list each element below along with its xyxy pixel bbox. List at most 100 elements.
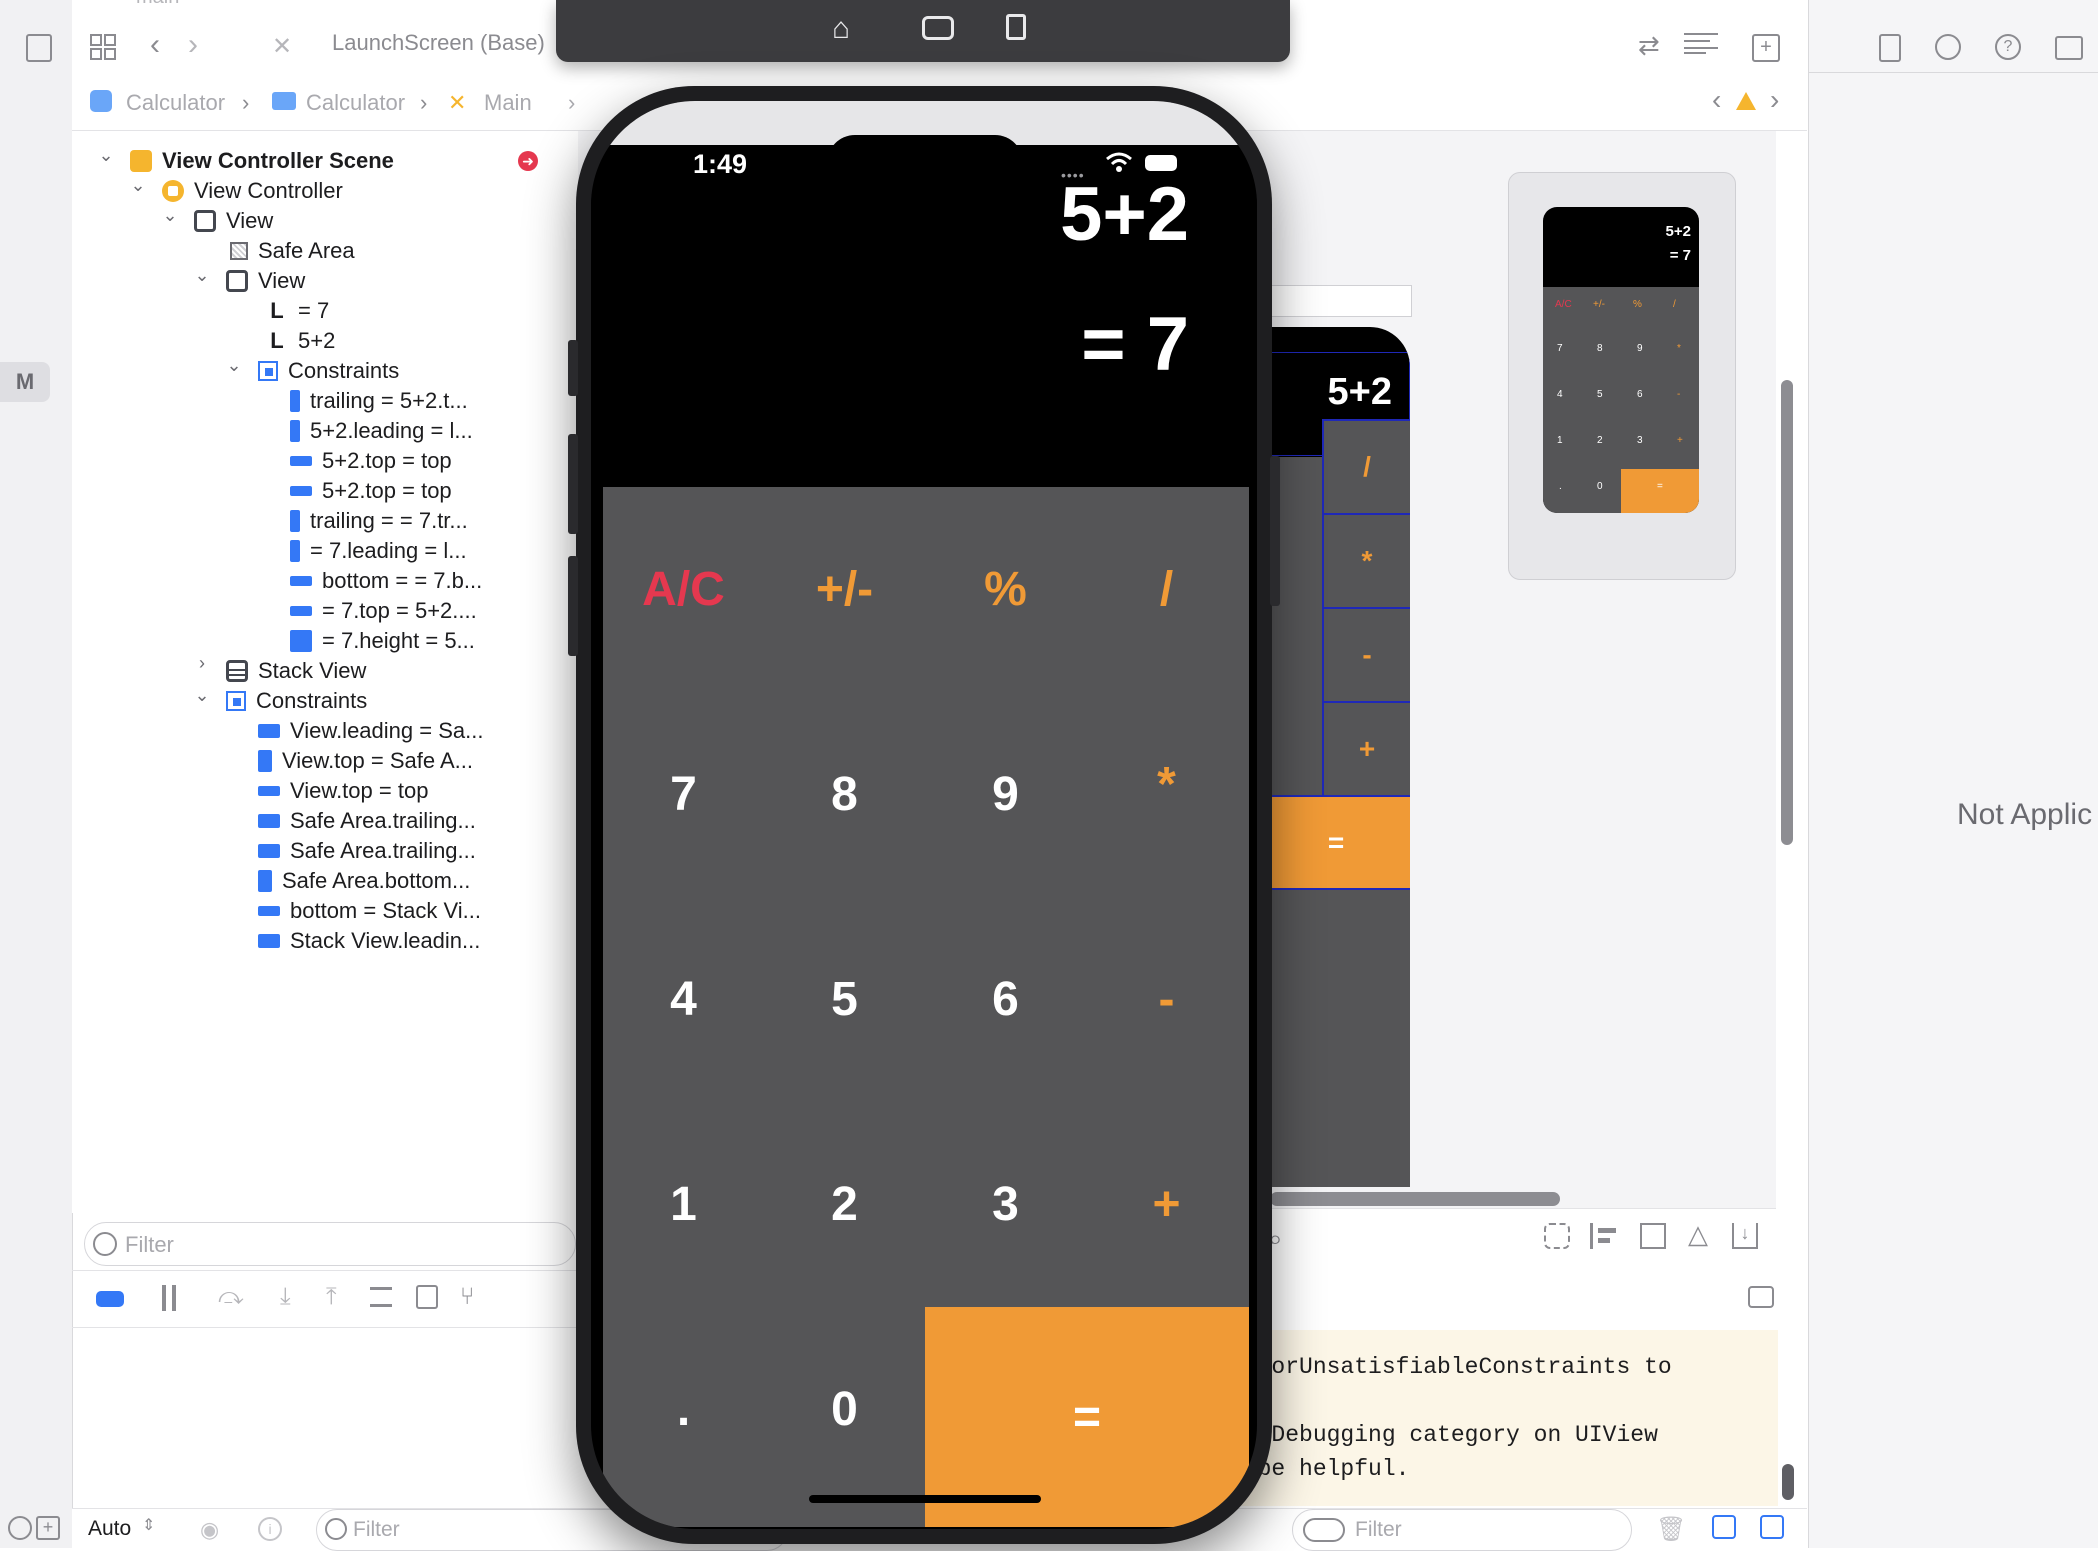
trash-icon[interactable]: 🗑 xyxy=(1656,1515,1686,1544)
swap-icon[interactable]: ⇄ xyxy=(1638,30,1660,61)
key-0[interactable]: 0 xyxy=(764,1307,925,1512)
key-sign[interactable]: +/- xyxy=(764,487,925,692)
simulator-screen[interactable]: 1:49 •••• 5+2 = 7 A/C +/- % / 7 8 9 * 4 … xyxy=(591,101,1257,1529)
previous-issue-icon[interactable]: ‹ xyxy=(1712,84,1721,116)
eye-icon[interactable]: ◉ xyxy=(200,1517,219,1543)
action-button[interactable] xyxy=(568,340,578,396)
storyboard-key-equals[interactable]: = xyxy=(1260,795,1410,890)
embed-in-icon[interactable]: ↓ xyxy=(1732,1223,1758,1249)
screenshot-icon[interactable] xyxy=(922,16,954,40)
view-hierarchy-icon[interactable] xyxy=(370,1287,392,1307)
chevron-down-icon[interactable]: ⌄ xyxy=(224,355,244,376)
variables-scheme-select[interactable]: Auto xyxy=(88,1517,131,1541)
volume-up-button[interactable] xyxy=(568,434,578,534)
breadcrumb-main[interactable]: Main xyxy=(484,90,532,116)
scene-icon xyxy=(130,150,152,172)
pause-icon[interactable] xyxy=(162,1285,166,1311)
dynamic-island xyxy=(827,135,1023,191)
info-icon[interactable]: i xyxy=(258,1517,282,1541)
help-icon[interactable]: ? xyxy=(1995,34,2021,60)
storyboard-expr-label[interactable]: 5+2 xyxy=(1328,371,1392,414)
outline-filter-placeholder: Filter xyxy=(125,1232,174,1257)
key-add[interactable]: + xyxy=(1086,1102,1247,1307)
chevron-right-icon[interactable]: › xyxy=(192,653,212,674)
add-icon[interactable]: + xyxy=(36,1516,60,1540)
filter-menu-icon[interactable] xyxy=(1303,1518,1345,1542)
history-icon[interactable] xyxy=(1935,34,1961,60)
view-icon xyxy=(226,270,248,292)
next-issue-icon[interactable]: › xyxy=(1770,84,1779,116)
memory-graph-icon[interactable] xyxy=(416,1285,438,1309)
folder-icon xyxy=(272,92,296,110)
align-icon[interactable] xyxy=(1590,1223,1616,1249)
canvas-vertical-scrollbar[interactable] xyxy=(1781,380,1793,845)
constraint-icon xyxy=(258,724,280,738)
key-8[interactable]: 8 xyxy=(764,692,925,897)
console-filter-field[interactable]: Filter xyxy=(1292,1509,1632,1551)
step-out-icon[interactable]: ⤒ xyxy=(326,1283,337,1311)
key-multiply[interactable]: * xyxy=(1086,682,1247,887)
canvas-horizontal-scrollbar[interactable] xyxy=(1270,1192,1560,1206)
step-into-icon[interactable]: ⤓ xyxy=(280,1283,291,1311)
add-editor-icon[interactable]: + xyxy=(1752,34,1780,62)
outline-filter-field[interactable]: Filter xyxy=(84,1222,576,1266)
storyboard-key-plus[interactable]: + xyxy=(1322,701,1410,797)
breadcrumb-separator-icon: › xyxy=(420,90,428,115)
chevron-down-icon[interactable]: ⌄ xyxy=(192,685,212,706)
environment-icon[interactable]: ⑂ xyxy=(460,1283,474,1311)
key-decimal[interactable]: . xyxy=(603,1307,764,1512)
key-7[interactable]: 7 xyxy=(603,692,764,897)
update-frames-icon[interactable] xyxy=(1544,1223,1570,1249)
simulator-toolbar: ⌂ xyxy=(556,0,1290,62)
key-2[interactable]: 2 xyxy=(764,1102,925,1307)
storyboard-key-divide[interactable]: / xyxy=(1322,419,1410,515)
key-equals[interactable]: = xyxy=(925,1307,1249,1527)
breadcrumb-folder[interactable]: Calculator xyxy=(306,90,405,116)
show-console-icon[interactable] xyxy=(1760,1515,1784,1539)
chevron-down-icon[interactable]: ⌄ xyxy=(128,175,148,196)
chevron-down-icon[interactable]: ⌄ xyxy=(192,265,212,286)
key-3[interactable]: 3 xyxy=(925,1102,1086,1307)
rotate-icon[interactable] xyxy=(1006,14,1026,40)
identity-inspector-icon[interactable] xyxy=(2055,36,2083,60)
storyboard-scene[interactable]: 5+2 = 7 / * - + = xyxy=(1260,327,1410,1187)
key-6[interactable]: 6 xyxy=(925,897,1086,1102)
minimap-preview[interactable]: 5+2 = 7 A/C +/- % / 7 8 9 * 4 5 6 - 1 2 … xyxy=(1508,172,1736,580)
back-chevron-icon[interactable]: ‹ xyxy=(150,28,160,62)
grid-icon[interactable] xyxy=(90,34,116,60)
add-constraints-icon[interactable] xyxy=(1640,1223,1666,1249)
debug-console[interactable]: rtForUnsatisfiableConstraints to outDebu… xyxy=(1230,1330,1778,1506)
volume-down-button[interactable] xyxy=(568,556,578,656)
storyboard-key-multiply[interactable]: * xyxy=(1322,513,1410,609)
key-percent[interactable]: % xyxy=(925,487,1086,692)
key-4[interactable]: 4 xyxy=(603,897,764,1102)
constraint-item[interactable]: Stack View.leadin... xyxy=(258,921,480,961)
show-variables-icon[interactable] xyxy=(1712,1515,1736,1539)
step-over-icon[interactable]: ⤼ xyxy=(218,1283,244,1311)
breakpoints-toggle-icon[interactable] xyxy=(96,1291,124,1307)
key-clear[interactable]: A/C xyxy=(603,487,764,692)
key-divide[interactable]: / xyxy=(1086,487,1247,692)
filter-circle-icon[interactable] xyxy=(8,1516,32,1540)
breadcrumb-project[interactable]: Calculator xyxy=(126,90,225,116)
toggle-console-icon[interactable] xyxy=(1748,1286,1774,1308)
chevron-down-icon[interactable]: ⌄ xyxy=(160,205,180,226)
key-9[interactable]: 9 xyxy=(925,692,1086,897)
error-arrow-icon[interactable]: ➜ xyxy=(518,151,538,171)
home-icon[interactable]: ⌂ xyxy=(832,12,850,46)
key-5[interactable]: 5 xyxy=(764,897,925,1102)
resolve-autolayout-icon[interactable]: △ xyxy=(1688,1219,1708,1250)
editor-options-icon[interactable] xyxy=(1684,32,1718,54)
chevron-down-icon[interactable]: ⌄ xyxy=(96,145,116,166)
document-icon[interactable] xyxy=(26,34,52,62)
warning-icon[interactable] xyxy=(1736,92,1756,110)
file-inspector-icon[interactable] xyxy=(1879,34,1901,62)
storyboard-key-minus[interactable]: - xyxy=(1322,607,1410,703)
tab-launchscreen[interactable]: LaunchScreen (Base) xyxy=(332,30,545,56)
console-scrollbar[interactable] xyxy=(1782,1464,1794,1500)
forward-chevron-icon[interactable]: › xyxy=(188,28,198,62)
key-subtract[interactable]: - xyxy=(1086,897,1247,1102)
home-indicator[interactable] xyxy=(809,1495,1041,1503)
side-button[interactable] xyxy=(1270,456,1280,606)
key-1[interactable]: 1 xyxy=(603,1102,764,1307)
